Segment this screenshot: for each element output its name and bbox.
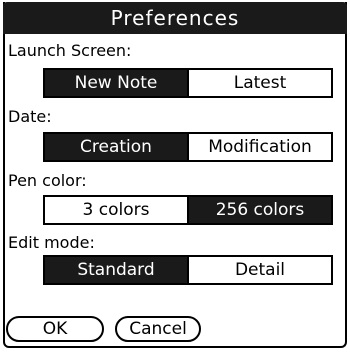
pen-color-option-3-colors[interactable]: 3 colors [45, 197, 187, 223]
preferences-dialog: Preferences Launch Screen: New Note Late… [3, 2, 347, 348]
launch-screen-option-new-note[interactable]: New Note [45, 70, 187, 96]
pen-color-selector: 3 colors 256 colors [43, 195, 333, 225]
launch-screen-selector: New Note Latest [43, 68, 333, 98]
edit-mode-option-standard[interactable]: Standard [45, 257, 187, 283]
ok-button[interactable]: OK [6, 316, 104, 342]
date-option-modification[interactable]: Modification [187, 134, 331, 160]
edit-mode-selector: Standard Detail [43, 255, 333, 285]
date-label: Date: [8, 107, 52, 126]
pen-color-label: Pen color: [8, 171, 87, 190]
dialog-title: Preferences [3, 2, 347, 34]
edit-mode-option-detail[interactable]: Detail [187, 257, 331, 283]
launch-screen-option-latest[interactable]: Latest [187, 70, 331, 96]
cancel-button[interactable]: Cancel [115, 316, 201, 342]
date-selector: Creation Modification [43, 132, 333, 162]
edit-mode-label: Edit mode: [8, 233, 95, 252]
launch-screen-label: Launch Screen: [8, 41, 132, 60]
pen-color-option-256-colors[interactable]: 256 colors [187, 197, 331, 223]
date-option-creation[interactable]: Creation [45, 134, 187, 160]
